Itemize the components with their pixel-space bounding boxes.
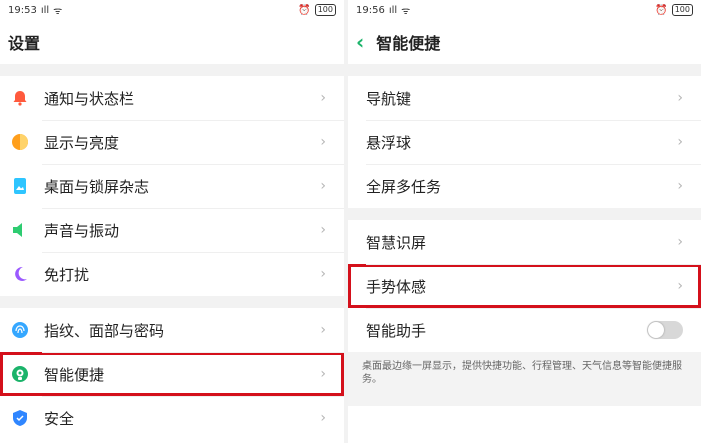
- settings-item-label: 导航键: [366, 89, 412, 108]
- settings-item-label: 手势体感: [366, 277, 427, 296]
- page-title: 设置: [0, 20, 344, 64]
- settings-item-label: 指纹、面部与密码: [44, 321, 165, 340]
- settings-item[interactable]: 显示与亮度 ›: [0, 120, 344, 164]
- settings-item-label: 智慧识屏: [366, 233, 427, 252]
- smart-assist-icon: [10, 364, 30, 384]
- settings-item[interactable]: 智能便捷 ›: [0, 352, 344, 396]
- settings-item[interactable]: 免打扰 ›: [0, 252, 344, 296]
- status-bar: 19:56 ıll ᯤ ⏰ 100: [348, 0, 701, 20]
- settings-item-label: 悬浮球: [366, 133, 412, 152]
- status-bar: 19:53 ıll ᯤ ⏰ 100: [0, 0, 344, 20]
- settings-item[interactable]: 通知与状态栏 ›: [0, 76, 344, 120]
- settings-item[interactable]: 安全 ›: [0, 396, 344, 440]
- chevron-right-icon: ›: [320, 266, 326, 282]
- settings-item[interactable]: 导航键 ›: [348, 76, 701, 120]
- chevron-right-icon: ›: [677, 278, 683, 294]
- status-time: 19:56: [356, 4, 385, 16]
- settings-item[interactable]: 桌面与锁屏杂志 ›: [0, 164, 344, 208]
- battery-icon: 100: [314, 4, 336, 16]
- settings-item[interactable]: 全屏多任务 ›: [348, 164, 701, 208]
- settings-item-label: 通知与状态栏: [44, 89, 135, 108]
- signal-icon: ıll: [40, 4, 50, 16]
- settings-panel: 19:53 ıll ᯤ ⏰ 100 设置 通知与状态栏 › 显示与亮度 › 桌面与锁屏杂…: [0, 0, 344, 443]
- settings-item[interactable]: 手势体感 ›: [348, 264, 701, 308]
- settings-item[interactable]: 智慧识屏 ›: [348, 220, 701, 264]
- alarm-icon: ⏰: [298, 4, 311, 16]
- assistant-description: 桌面最边缘一屏显示，提供快捷功能、行程管理、天气信息等智能便捷服务。: [348, 352, 701, 406]
- settings-item[interactable]: 声音与振动 ›: [0, 208, 344, 252]
- wifi-icon: ᯤ: [53, 6, 63, 17]
- settings-item-label: 智能助手: [366, 321, 427, 340]
- alarm-icon: ⏰: [655, 4, 668, 16]
- toggle-knob: [648, 322, 664, 338]
- wifi-icon: ᯤ: [401, 6, 411, 17]
- chevron-right-icon: ›: [677, 134, 683, 150]
- settings-item-label: 免打扰: [44, 265, 90, 284]
- status-time: 19:53: [8, 4, 37, 16]
- toggle-switch[interactable]: [647, 321, 683, 339]
- settings-item-label: 全屏多任务: [366, 177, 442, 196]
- title-text: 智能便捷: [376, 34, 441, 53]
- settings-item[interactable]: 悬浮球 ›: [348, 120, 701, 164]
- fingerprint-icon: [10, 320, 30, 340]
- chevron-right-icon: ›: [320, 90, 326, 106]
- wallpaper-icon: [10, 176, 30, 196]
- chevron-right-icon: ›: [320, 322, 326, 338]
- chevron-right-icon: ›: [320, 178, 326, 194]
- settings-item-label: 智能便捷: [44, 365, 105, 384]
- moon-icon: [10, 264, 30, 284]
- signal-icon: ıll: [388, 4, 398, 16]
- speaker-icon: [10, 220, 30, 240]
- settings-item[interactable]: 智能助手: [348, 308, 701, 352]
- smart-assist-panel: 19:56 ıll ᯤ ⏰ 100 ‹ 智能便捷 导航键 › 悬浮球 › 全屏多任务 › …: [348, 0, 701, 443]
- chevron-right-icon: ›: [677, 234, 683, 250]
- brightness-icon: [10, 132, 30, 152]
- chevron-right-icon: ›: [320, 410, 326, 426]
- settings-item-label: 显示与亮度: [44, 133, 120, 152]
- shield-icon: [10, 408, 30, 428]
- group-separator: [348, 208, 701, 220]
- chevron-right-icon: ›: [320, 366, 326, 382]
- settings-item-label: 声音与振动: [44, 221, 120, 240]
- chevron-right-icon: ›: [677, 178, 683, 194]
- title-text: 设置: [8, 34, 41, 53]
- battery-icon: 100: [671, 4, 693, 16]
- settings-item-label: 安全: [44, 409, 75, 428]
- bell-icon: [10, 88, 30, 108]
- settings-item-label: 桌面与锁屏杂志: [44, 177, 150, 196]
- chevron-right-icon: ›: [677, 90, 683, 106]
- page-header: ‹ 智能便捷: [348, 20, 701, 64]
- group-separator: [0, 64, 344, 76]
- group-separator: [348, 64, 701, 76]
- group-separator: [0, 296, 344, 308]
- chevron-right-icon: ›: [320, 222, 326, 238]
- settings-item[interactable]: 指纹、面部与密码 ›: [0, 308, 344, 352]
- chevron-right-icon: ›: [320, 134, 326, 150]
- back-arrow-icon[interactable]: ‹: [356, 32, 364, 52]
